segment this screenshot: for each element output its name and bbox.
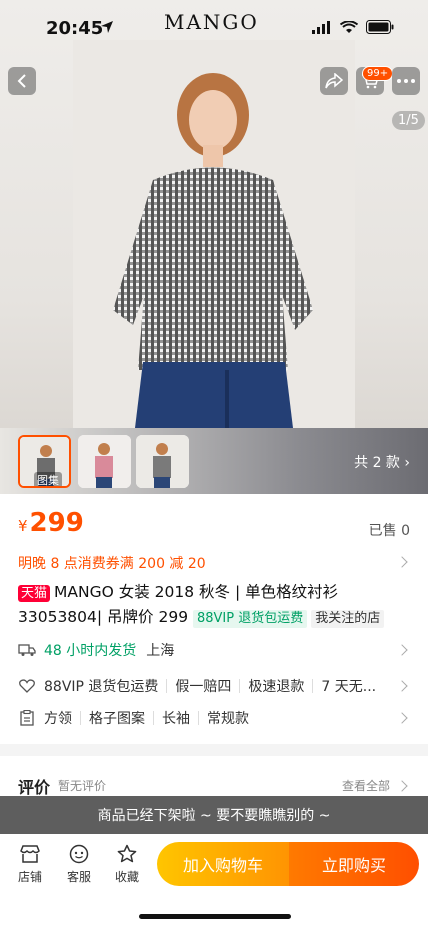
service-tab[interactable]: 客服 (59, 844, 99, 885)
image-counter: 1/5 (392, 111, 425, 130)
store-tab[interactable]: 店铺 (10, 844, 50, 885)
price-value: 299 (29, 508, 84, 538)
share-icon (325, 73, 343, 89)
signal-icon (312, 20, 330, 34)
review-subtitle: 暂无评价 (58, 779, 107, 793)
divider (198, 711, 199, 725)
currency-symbol: ¥ (18, 517, 28, 535)
spec-item: 常规款 (207, 711, 249, 727)
product-info-card: ¥ 299 已售 0 明晚 8 点消费券满 200 减 20 天猫 MANGO 女… (0, 494, 428, 744)
more-dots-icon (397, 79, 415, 83)
more-button[interactable] (392, 67, 420, 95)
thumbnail-label: 图集 (34, 472, 62, 486)
truck-icon (18, 641, 36, 659)
view-all-reviews-link[interactable]: 查看全部 (342, 777, 390, 794)
review-title: 评价 (18, 778, 51, 797)
variant-thumbnail-strip: 图集 共 2 款 › (0, 428, 428, 494)
service-item: 7 天无... (321, 679, 377, 695)
brand-logo: MANGO (164, 10, 259, 34)
chevron-left-icon (17, 74, 26, 88)
product-image-gallery[interactable]: 20:45 MANGO 99+ 1/5 (0, 0, 428, 428)
share-button[interactable] (320, 67, 348, 95)
followed-store-tag: 我关注的店 (311, 610, 385, 628)
bottom-action-bar: 店铺 客服 收藏 加入购物车 立即购买 (0, 834, 428, 928)
product-photo[interactable] (73, 40, 355, 428)
service-row[interactable]: 88VIP 退货包运费 假一赔四 极速退款 7 天无... (18, 674, 410, 698)
vip-return-tag: 88VIP 退货包运费 (193, 610, 308, 628)
thumbnail-3[interactable] (136, 435, 189, 488)
chat-bubble-icon (69, 844, 89, 864)
divider (166, 679, 168, 693)
delisted-toast: 商品已经下架啦 ~ 要不要瞧瞧别的 ~ (0, 796, 428, 834)
back-button[interactable] (8, 67, 36, 95)
chevron-right-icon (396, 780, 408, 792)
battery-icon (366, 20, 394, 34)
shipping-row[interactable]: 48 小时内发货 上海 (18, 638, 410, 662)
home-indicator (139, 914, 291, 919)
thumbnail-image (136, 435, 189, 488)
buy-now-button[interactable]: 立即购买 (289, 842, 419, 886)
spec-item: 方领 (44, 711, 72, 727)
service-item: 假一赔四 (175, 679, 232, 695)
status-icons (312, 20, 394, 34)
divider (312, 679, 314, 693)
spec-item: 长袖 (162, 711, 190, 727)
service-label: 客服 (66, 870, 91, 884)
product-title: 天猫 MANGO 女装 2018 秋冬 | 单色格纹衬衫 33053804| 吊牌… (18, 580, 413, 630)
price: ¥ 299 (18, 508, 84, 538)
service-item: 88VIP 退货包运费 (44, 679, 159, 695)
store-icon (20, 845, 40, 863)
clipboard-icon (18, 709, 36, 727)
chevron-right-icon (396, 556, 408, 568)
add-to-cart-button[interactable]: 加入购物车 (157, 842, 289, 886)
tmall-badge: 天猫 (18, 585, 51, 602)
chevron-right-icon: › (404, 455, 410, 471)
divider (80, 711, 81, 725)
service-item: 极速退款 (248, 679, 305, 695)
cart-badge: 99+ (362, 66, 394, 81)
thumbnail-1[interactable]: 图集 (18, 435, 71, 488)
review-section: 评价 暂无评价 查看全部 (0, 756, 428, 797)
thumbnail-2[interactable] (78, 435, 131, 488)
specs-row[interactable]: 方领 格子图案 长袖 常规款 (18, 706, 410, 730)
favorite-tab[interactable]: 收藏 (107, 844, 147, 885)
spec-item: 格子图案 (89, 711, 145, 727)
variant-total-label: 共 2 款 (354, 455, 400, 471)
store-label: 店铺 (17, 870, 42, 884)
star-icon (117, 844, 137, 863)
divider (239, 679, 241, 693)
divider (153, 711, 154, 725)
variant-total[interactable]: 共 2 款 › (354, 452, 410, 472)
status-time: 20:45 (46, 18, 104, 39)
location-arrow-icon (101, 21, 113, 33)
favorite-label: 收藏 (114, 870, 139, 884)
shipping-time: 48 小时内发货 (44, 643, 137, 659)
wifi-icon (340, 20, 358, 33)
status-bar: 20:45 MANGO (0, 0, 428, 40)
thumbnail-image (78, 435, 131, 488)
sold-count: 已售 0 (368, 523, 410, 539)
shipping-location: 上海 (146, 643, 175, 659)
coupon-promo[interactable]: 明晚 8 点消费券满 200 减 20 (18, 553, 206, 573)
heart-icon (18, 677, 36, 695)
